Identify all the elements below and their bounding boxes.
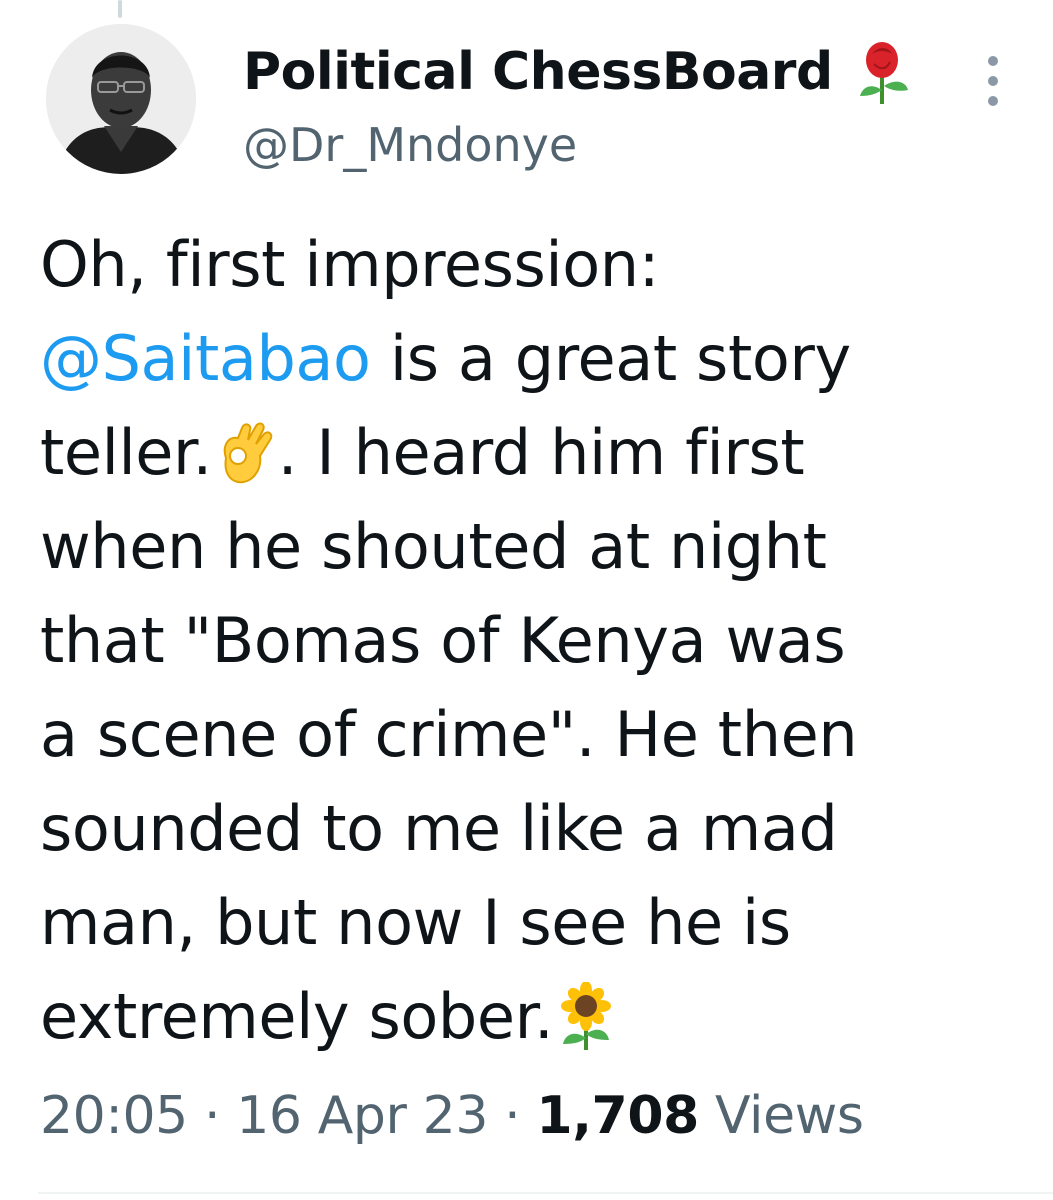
tweet-text-segment: . I heard him first: [277, 416, 805, 489]
ok-hand-icon: [212, 418, 278, 488]
tweet-text-line: @Saitabao is a great story: [40, 312, 1030, 406]
tweet-date[interactable]: 16 Apr 23: [236, 1086, 488, 1146]
tweet-time[interactable]: 20:05: [40, 1086, 188, 1146]
divider: [38, 1192, 1053, 1194]
tweet-text-line: sounded to me like a mad: [40, 792, 838, 865]
tweet-text-segment: extremely sober.: [40, 980, 554, 1053]
tweet-text-line: extremely sober.: [40, 970, 1030, 1064]
author-name[interactable]: Political ChessBoard: [243, 42, 833, 102]
views-label: Views: [698, 1086, 864, 1146]
tweet-metadata: 20:05 · 16 Apr 23 · 1,708 Views: [40, 1086, 864, 1146]
author-handle[interactable]: @Dr_Mndonye: [243, 118, 577, 172]
avatar[interactable]: [46, 24, 196, 174]
tweet-text-line: teller. . I heard him first: [40, 406, 1030, 500]
meta-separator: ·: [187, 1086, 237, 1146]
mention-link[interactable]: @Saitabao: [40, 322, 371, 395]
tweet-text-line: when he shouted at night: [40, 510, 827, 583]
more-options-button[interactable]: [978, 56, 1008, 106]
sunflower-icon: [553, 981, 619, 1052]
meta-separator: ·: [488, 1086, 537, 1146]
more-vertical-icon-dot: [988, 96, 998, 106]
thread-connector-line: [118, 0, 122, 18]
rose-icon: [854, 38, 914, 108]
tweet-text-line: Oh, first impression:: [40, 228, 660, 301]
tweet-text: Oh, first impression: @Saitabao is a gre…: [40, 218, 1030, 1064]
tweet-text-line: a scene of crime". He then: [40, 698, 858, 771]
tweet-text-segment: teller.: [40, 416, 212, 489]
tweet-text-line: man, but now I see he is: [40, 886, 791, 959]
avatar-image: [46, 24, 196, 174]
more-vertical-icon-dot: [988, 76, 998, 86]
views-count[interactable]: 1,708: [536, 1086, 699, 1146]
tweet-text-segment: is a great story: [370, 322, 851, 395]
more-vertical-icon-dot: [988, 56, 998, 66]
tweet-text-line: that "Bomas of Kenya was: [40, 604, 846, 677]
